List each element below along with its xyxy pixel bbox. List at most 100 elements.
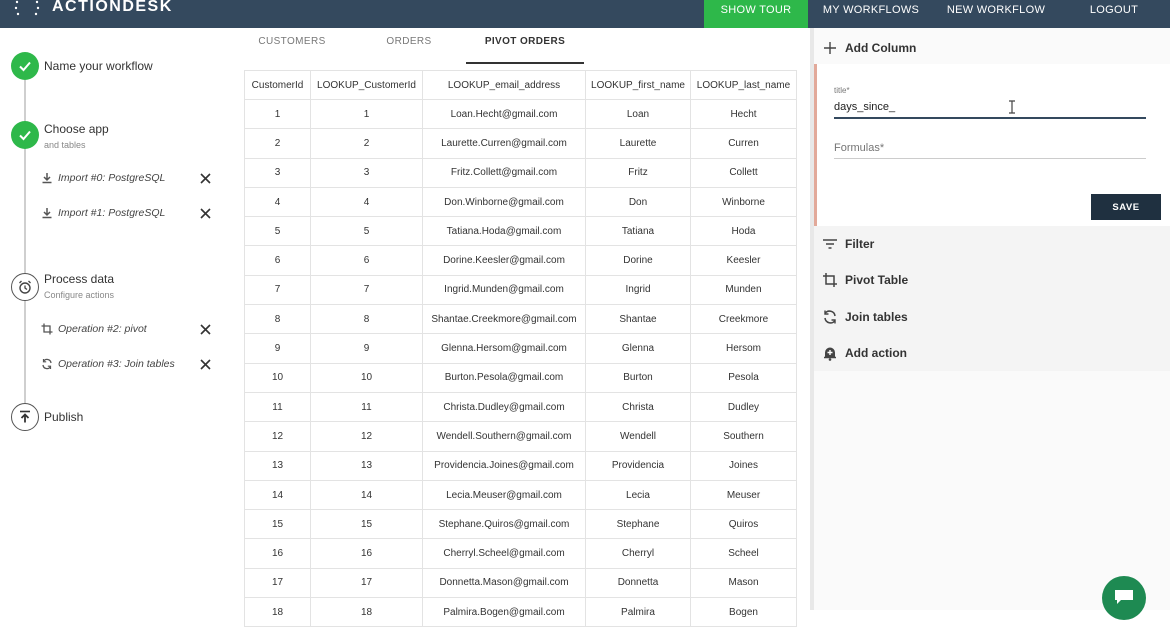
step-name-title[interactable]: Name your workflow [44,59,153,73]
table-cell[interactable]: 16 [244,538,311,569]
table-cell[interactable]: Fritz [585,157,691,188]
table-cell[interactable]: 4 [244,186,311,218]
table-cell[interactable]: Tatiana.Hoda@gmail.com [422,216,586,247]
table-cell[interactable]: Loan.Hecht@gmail.com [422,98,586,130]
table-cell[interactable]: 16 [310,538,423,569]
chat-bubble-icon[interactable] [1102,576,1146,620]
table-cell[interactable]: Christa [585,391,691,423]
table-cell[interactable]: 13 [244,450,311,481]
table-cell[interactable]: 6 [244,245,311,276]
table-cell[interactable]: Fritz.Collett@gmail.com [422,157,586,188]
table-cell[interactable]: 2 [244,128,311,159]
table-cell[interactable]: Cherryl [585,538,691,569]
table-cell[interactable]: Keesler [690,245,797,276]
table-cell[interactable]: Donnetta.Mason@gmail.com [422,567,586,599]
column-header[interactable]: CustomerId [244,70,311,100]
table-cell[interactable]: Loan [585,98,691,130]
table-cell[interactable]: 17 [310,567,423,599]
table-cell[interactable]: Joines [690,450,797,481]
table-cell[interactable]: Dorine.Keesler@gmail.com [422,245,586,276]
table-cell[interactable]: 7 [244,274,311,306]
table-cell[interactable]: 3 [310,157,423,188]
table-cell[interactable]: 17 [244,567,311,599]
table-cell[interactable]: Creekmore [690,304,797,335]
table-cell[interactable]: Laurette [585,128,691,159]
table-cell[interactable]: 15 [310,509,423,540]
table-cell[interactable]: Southern [690,421,797,452]
operation-item[interactable]: Operation #3: Join tables [40,356,212,372]
table-cell[interactable]: 8 [310,304,423,335]
table-cell[interactable]: Wendell.Southern@gmail.com [422,421,586,452]
table-cell[interactable]: Dudley [690,391,797,423]
table-cell[interactable]: Providencia.Joines@gmail.com [422,450,586,481]
add-action-action[interactable]: Add action [814,335,1170,371]
table-cell[interactable]: Shantae [585,304,691,335]
table-cell[interactable]: Quiros [690,509,797,540]
table-cell[interactable]: 14 [244,479,311,511]
table-cell[interactable]: 10 [310,362,423,393]
table-cell[interactable]: Mason [690,567,797,599]
table-cell[interactable]: Burton.Pesola@gmail.com [422,362,586,393]
table-cell[interactable]: 2 [310,128,423,159]
table-cell[interactable]: Shantae.Creekmore@gmail.com [422,304,586,335]
table-cell[interactable]: Dorine [585,245,691,276]
table-cell[interactable]: 1 [310,98,423,130]
step-publish-title[interactable]: Publish [44,410,83,424]
table-cell[interactable]: Curren [690,128,797,159]
remove-import-close-icon[interactable] [198,206,212,220]
table-cell[interactable]: 4 [310,186,423,218]
table-cell[interactable]: Burton [585,362,691,393]
table-cell[interactable]: 15 [244,509,311,540]
table-cell[interactable]: 8 [244,304,311,335]
column-header[interactable]: LOOKUP_first_name [585,70,691,100]
new-workflow-link[interactable]: NEW WORKFLOW [934,0,1058,28]
tab-orders[interactable]: ORDERS [352,28,466,64]
table-cell[interactable]: Glenna.Hersom@gmail.com [422,333,586,364]
pivot-table-action[interactable]: Pivot Table [814,262,1170,298]
show-tour-button[interactable]: SHOW TOUR [704,0,808,28]
column-header[interactable]: LOOKUP_email_address [422,70,586,100]
table-cell[interactable]: Meuser [690,479,797,511]
table-cell[interactable]: Donnetta [585,567,691,599]
table-cell[interactable]: Stephane.Quiros@gmail.com [422,509,586,540]
add-column-section[interactable]: Add Column [814,30,1170,66]
table-cell[interactable]: Laurette.Curren@gmail.com [422,128,586,159]
table-cell[interactable]: Christa.Dudley@gmail.com [422,391,586,423]
column-header[interactable]: LOOKUP_last_name [690,70,797,100]
table-cell[interactable]: 12 [244,421,311,452]
remove-import-close-icon[interactable] [198,171,212,185]
table-cell[interactable]: 14 [310,479,423,511]
table-cell[interactable]: Ingrid [585,274,691,306]
table-cell[interactable]: 7 [310,274,423,306]
table-cell[interactable]: Wendell [585,421,691,452]
table-cell[interactable]: 1 [244,98,311,130]
table-cell[interactable]: 13 [310,450,423,481]
table-cell[interactable]: Stephane [585,509,691,540]
my-workflows-link[interactable]: MY WORKFLOWS [808,0,934,28]
table-cell[interactable]: Lecia.Meuser@gmail.com [422,479,586,511]
save-button[interactable]: SAVE [1091,194,1161,220]
table-cell[interactable]: 11 [310,391,423,423]
table-cell[interactable]: Hecht [690,98,797,130]
remove-operation-close-icon[interactable] [198,322,212,336]
table-cell[interactable]: 10 [244,362,311,393]
title-field[interactable] [834,99,1146,115]
table-cell[interactable]: 5 [244,216,311,247]
import-item[interactable]: Import #0: PostgreSQL [40,170,212,186]
table-cell[interactable]: Ingrid.Munden@gmail.com [422,274,586,306]
brand[interactable]: ACTIONDESK [12,0,173,20]
remove-operation-close-icon[interactable] [198,357,212,371]
table-cell[interactable]: Hoda [690,216,797,247]
table-cell[interactable]: Palmira.Bogen@gmail.com [422,597,586,627]
table-cell[interactable]: Tatiana [585,216,691,247]
table-cell[interactable]: 12 [310,421,423,452]
step-process-title[interactable]: Process data [44,272,114,286]
table-cell[interactable]: 18 [244,597,311,627]
formulas-field[interactable] [834,140,1146,156]
table-cell[interactable]: Don.Winborne@gmail.com [422,186,586,218]
table-cell[interactable]: Palmira [585,597,691,627]
column-header[interactable]: LOOKUP_CustomerId [310,70,423,100]
table-cell[interactable]: Lecia [585,479,691,511]
table-cell[interactable]: 9 [244,333,311,364]
table-cell[interactable]: Collett [690,157,797,188]
